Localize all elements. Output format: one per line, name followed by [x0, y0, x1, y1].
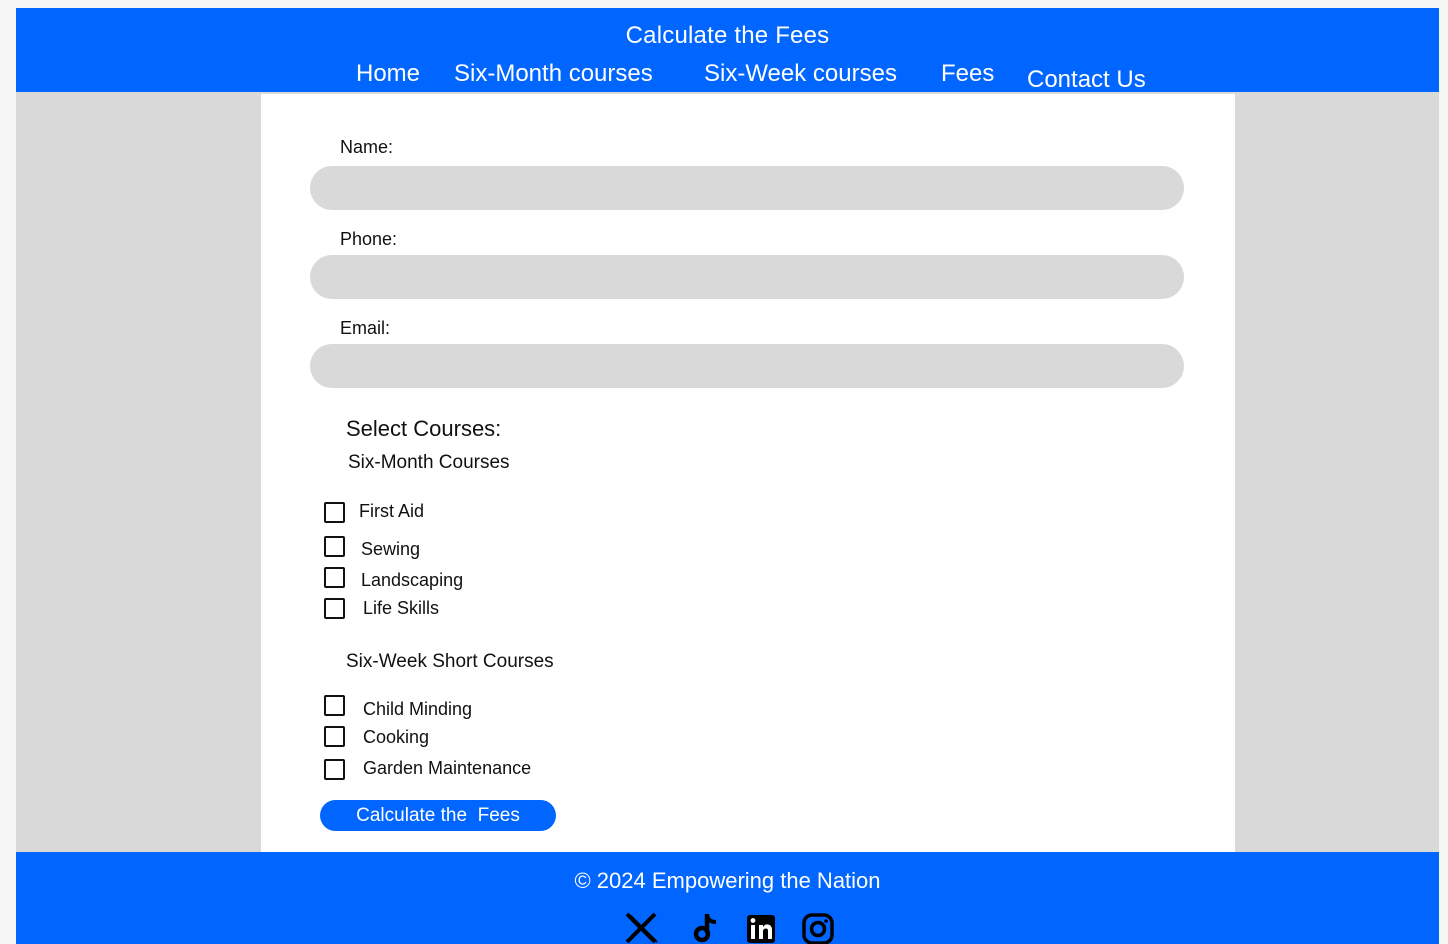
- select-courses-heading: Select Courses:: [346, 416, 502, 441]
- course-label-first-aid: First Aid: [359, 501, 425, 521]
- linkedin-icon[interactable]: [746, 912, 776, 944]
- instagram-icon[interactable]: [801, 912, 835, 944]
- course-label-life-skills: Life Skills: [363, 598, 440, 618]
- nav-fees[interactable]: Fees: [941, 60, 994, 88]
- course-label-landscaping: Landscaping: [361, 570, 464, 590]
- site-footer: © 2024 Empowering the Nation: [16, 852, 1439, 944]
- course-label-garden-maintenance: Garden Maintenance: [363, 758, 532, 778]
- site-header: Calculate the Fees Home Six-Month course…: [16, 8, 1439, 94]
- page-title: Calculate the Fees: [625, 22, 830, 49]
- fees-form-panel: Name: Phone: Email: Select Courses: Six-…: [261, 94, 1235, 852]
- checkbox-life-skills[interactable]: [324, 598, 345, 619]
- phone-label: Phone:: [340, 229, 398, 249]
- email-label: Email:: [340, 318, 391, 338]
- checkbox-cooking[interactable]: [324, 726, 345, 747]
- checkbox-landscaping[interactable]: [324, 567, 345, 588]
- email-input[interactable]: [310, 344, 1184, 388]
- checkbox-sewing[interactable]: [324, 536, 345, 557]
- tiktok-icon[interactable]: [692, 912, 722, 944]
- nav-contact-us[interactable]: Contact Us: [1027, 66, 1146, 94]
- course-label-child-minding: Child Minding: [363, 699, 473, 719]
- six-month-courses-heading: Six-Month Courses: [348, 452, 510, 473]
- checkbox-garden-maintenance[interactable]: [324, 759, 345, 780]
- name-input[interactable]: [310, 166, 1184, 210]
- calculate-fees-button[interactable]: Calculate the Fees: [320, 800, 556, 831]
- course-label-sewing: Sewing: [361, 539, 421, 559]
- nav-six-week-courses[interactable]: Six-Week courses: [704, 60, 897, 88]
- copyright-text: © 2024 Empowering the Nation: [574, 868, 881, 893]
- x-icon[interactable]: [621, 912, 667, 944]
- phone-input[interactable]: [310, 255, 1184, 299]
- course-label-cooking: Cooking: [363, 727, 430, 747]
- checkbox-child-minding[interactable]: [324, 695, 345, 716]
- six-week-courses-heading: Six-Week Short Courses: [346, 651, 554, 672]
- nav-six-month-courses[interactable]: Six-Month courses: [454, 60, 653, 88]
- main-nav: Home Six-Month courses Six-Week courses …: [16, 58, 1439, 94]
- name-label: Name:: [340, 137, 394, 157]
- nav-home[interactable]: Home: [356, 60, 420, 88]
- checkbox-first-aid[interactable]: [324, 502, 345, 523]
